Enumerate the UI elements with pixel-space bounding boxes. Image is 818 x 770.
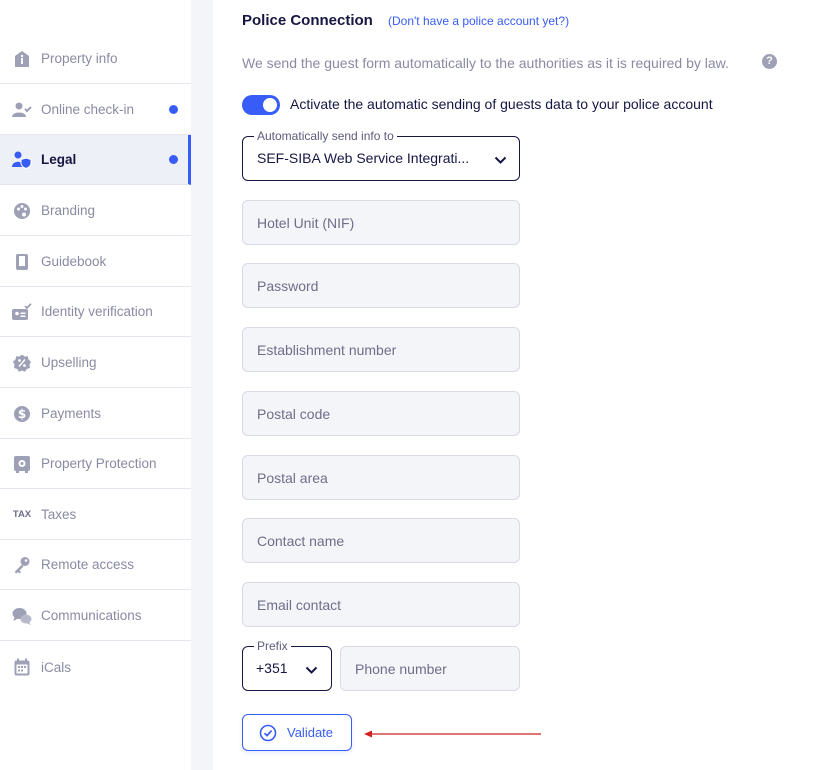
id-card-icon xyxy=(12,302,32,322)
safe-icon xyxy=(12,454,32,474)
sidebar-item-label: Property Protection xyxy=(41,456,157,471)
password-input[interactable] xyxy=(242,263,520,308)
tax-icon: TAX xyxy=(12,509,32,520)
auto-send-toggle-label: Activate the automatic sending of guests… xyxy=(290,96,713,112)
palette-icon xyxy=(12,201,32,221)
sidebar-item-label: Upselling xyxy=(41,355,97,370)
auto-send-select-value: SEF-SIBA Web Service Integrati... xyxy=(257,150,470,166)
phone-prefix-legend: Prefix xyxy=(254,639,291,653)
auto-send-toggle[interactable] xyxy=(242,95,280,115)
sidebar-item-identity-verification[interactable]: Identity verification xyxy=(0,287,191,337)
check-circle-icon xyxy=(259,724,277,747)
sidebar-item-guidebook[interactable]: Guidebook xyxy=(0,237,191,287)
email-contact-input[interactable] xyxy=(242,582,520,627)
contact-name-input[interactable] xyxy=(242,518,520,563)
sidebar-item-branding[interactable]: Branding xyxy=(0,186,191,236)
sidebar-item-label: Identity verification xyxy=(41,304,153,319)
section-description: We send the guest form automatically to … xyxy=(242,55,729,71)
content-gutter xyxy=(191,0,213,770)
phone-prefix-select[interactable]: Prefix +351 xyxy=(242,639,332,691)
chevron-down-icon xyxy=(305,662,318,680)
postal-area-input[interactable] xyxy=(242,455,520,500)
sidebar-item-online-check-in[interactable]: Online check-in xyxy=(0,85,191,135)
sidebar: Property info Online check-in Legal Bran… xyxy=(0,0,191,770)
section-title: Police Connection xyxy=(242,12,373,29)
sidebar-item-label: iCals xyxy=(41,659,72,675)
book-icon xyxy=(12,252,32,272)
sidebar-item-payments[interactable]: $ Payments xyxy=(0,389,191,439)
user-check-icon xyxy=(12,100,32,120)
sidebar-item-label: Branding xyxy=(41,203,96,218)
help-icon[interactable]: ? xyxy=(762,54,777,69)
sidebar-item-label: Online check-in xyxy=(41,102,135,117)
establishment-number-input[interactable] xyxy=(242,327,520,372)
sidebar-item-property-info[interactable]: Property info xyxy=(0,34,191,84)
dollar-icon: $ xyxy=(12,404,32,424)
notification-dot xyxy=(169,105,178,114)
chat-icon xyxy=(12,606,32,626)
postal-code-input[interactable] xyxy=(242,391,520,436)
toggle-knob xyxy=(263,98,277,112)
sidebar-item-label: Taxes xyxy=(41,507,77,522)
sidebar-item-icals[interactable]: iCals xyxy=(0,642,191,692)
notification-dot xyxy=(169,155,178,164)
percent-badge-icon xyxy=(12,353,32,373)
auto-send-select[interactable]: Automatically send info to SEF-SIBA Web … xyxy=(242,129,520,181)
key-icon xyxy=(12,555,32,575)
hotel-unit-input[interactable] xyxy=(242,200,520,245)
phone-prefix-value: +351 xyxy=(256,660,288,676)
auto-send-select-legend: Automatically send info to xyxy=(254,129,397,143)
sidebar-item-label: Payments xyxy=(41,406,102,421)
sidebar-item-upselling[interactable]: Upselling xyxy=(0,338,191,388)
sidebar-item-label: Property info xyxy=(41,51,118,66)
info-icon xyxy=(12,49,32,69)
sidebar-item-communications[interactable]: Communications xyxy=(0,591,191,641)
sidebar-item-taxes[interactable]: TAX Taxes xyxy=(0,490,191,540)
annotation-arrow xyxy=(364,730,541,738)
svg-text:$: $ xyxy=(18,407,26,421)
validate-button-label: Validate xyxy=(287,725,334,740)
legal-shield-icon xyxy=(12,150,32,170)
sidebar-item-remote-access[interactable]: Remote access xyxy=(0,540,191,590)
police-account-link[interactable]: (Don't have a police account yet?) xyxy=(388,14,569,28)
sidebar-item-label: Communications xyxy=(41,608,142,623)
phone-number-input[interactable] xyxy=(340,646,520,691)
sidebar-item-label: Legal xyxy=(41,152,77,167)
calendar-icon xyxy=(12,657,32,677)
sidebar-item-label: Remote access xyxy=(41,557,135,572)
sidebar-item-legal[interactable]: Legal xyxy=(0,135,191,185)
sidebar-item-property-protection[interactable]: Property Protection xyxy=(0,439,191,489)
validate-button[interactable]: Validate xyxy=(242,714,352,751)
sidebar-item-label: Guidebook xyxy=(41,254,107,269)
chevron-down-icon xyxy=(494,152,507,170)
main-content: Police Connection (Don't have a police a… xyxy=(213,0,818,770)
